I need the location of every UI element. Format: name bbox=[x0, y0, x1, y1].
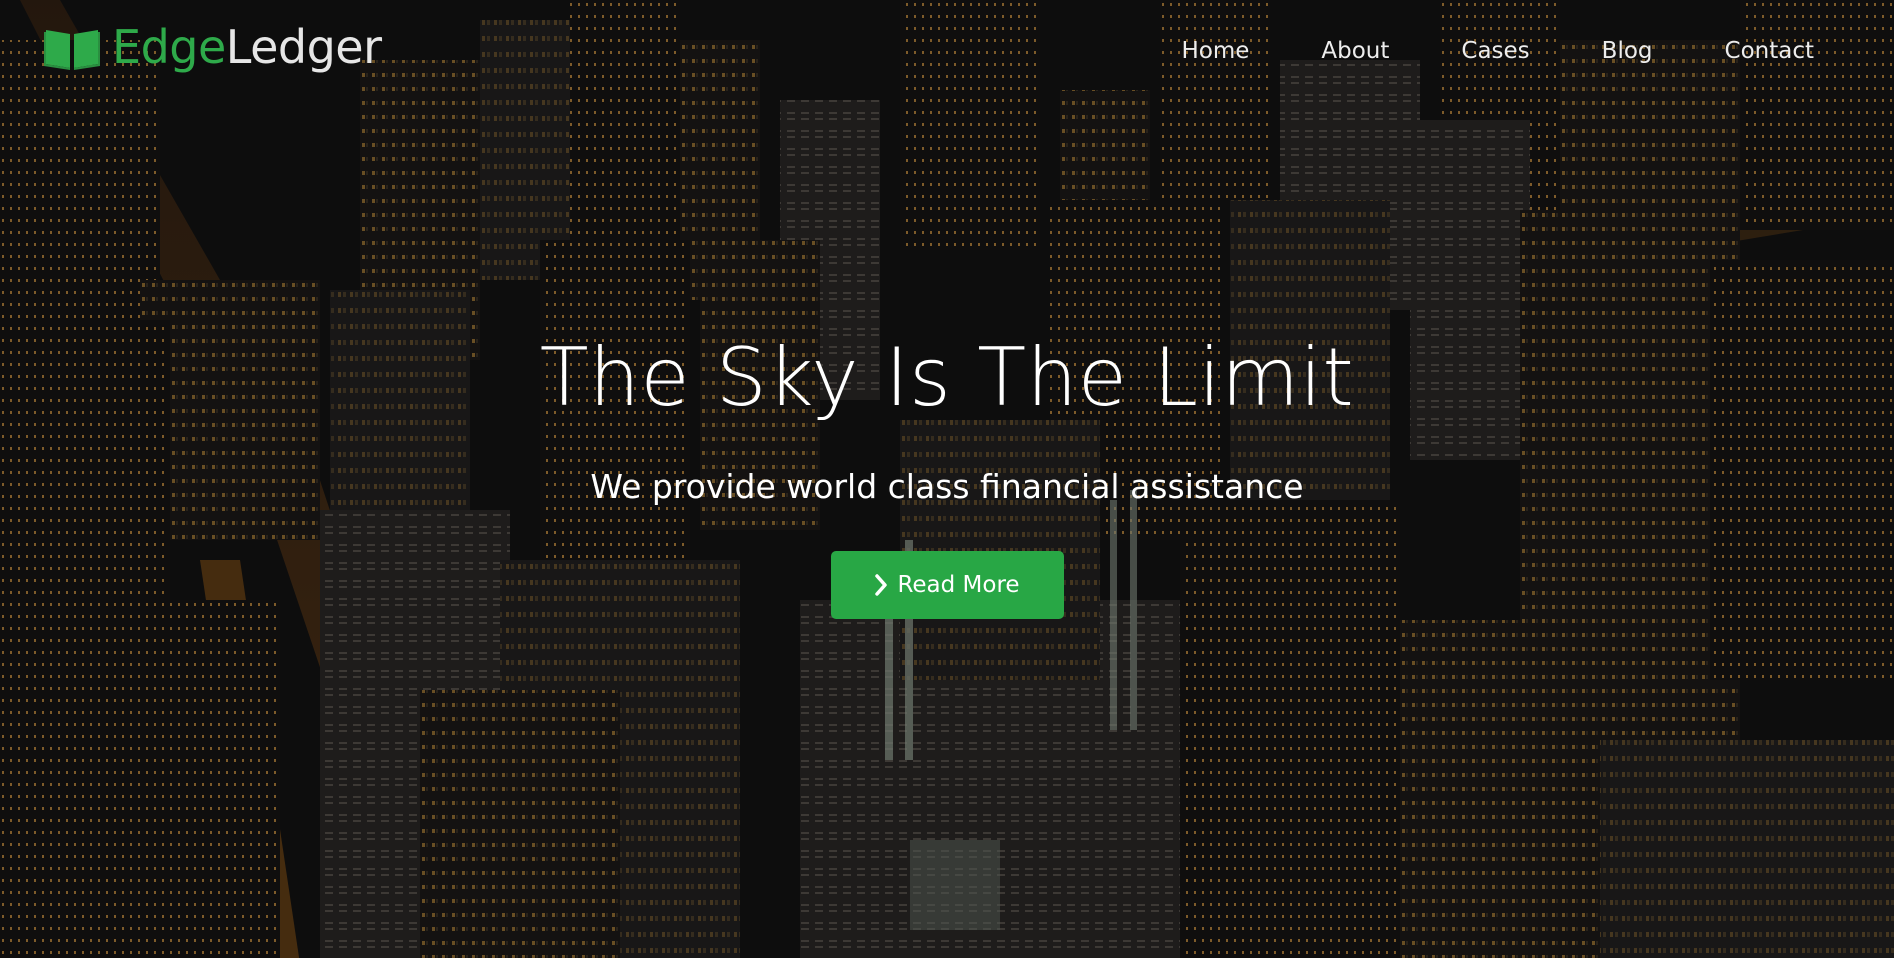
hero-section: EdgeLedger Home About Cases Blog Contact… bbox=[0, 0, 1894, 964]
hero-title: The Sky Is The Limit bbox=[539, 331, 1355, 424]
bottom-edge bbox=[0, 958, 1894, 964]
nav-item-contact[interactable]: Contact bbox=[1725, 38, 1814, 64]
hero-subtitle: We provide world class financial assista… bbox=[590, 467, 1304, 506]
nav-item-home[interactable]: Home bbox=[1181, 38, 1249, 64]
read-more-button[interactable]: Read More bbox=[830, 551, 1064, 619]
brand-name-part1: Edge bbox=[112, 20, 226, 74]
chevron-right-icon bbox=[875, 574, 888, 596]
brand-logo-link[interactable]: EdgeLedger bbox=[44, 24, 382, 70]
nav-item-blog[interactable]: Blog bbox=[1602, 38, 1653, 64]
navbar: EdgeLedger Home About Cases Blog Contact bbox=[0, 0, 1894, 110]
brand-name: EdgeLedger bbox=[112, 24, 382, 70]
main-nav: Home About Cases Blog Contact bbox=[1109, 38, 1814, 64]
read-more-label: Read More bbox=[897, 572, 1020, 598]
nav-item-cases[interactable]: Cases bbox=[1461, 38, 1529, 64]
brand-name-part2: Ledger bbox=[225, 20, 382, 74]
hero-content: The Sky Is The Limit We provide world cl… bbox=[0, 338, 1894, 619]
nav-item-about[interactable]: About bbox=[1321, 38, 1389, 64]
open-book-icon bbox=[44, 30, 100, 70]
